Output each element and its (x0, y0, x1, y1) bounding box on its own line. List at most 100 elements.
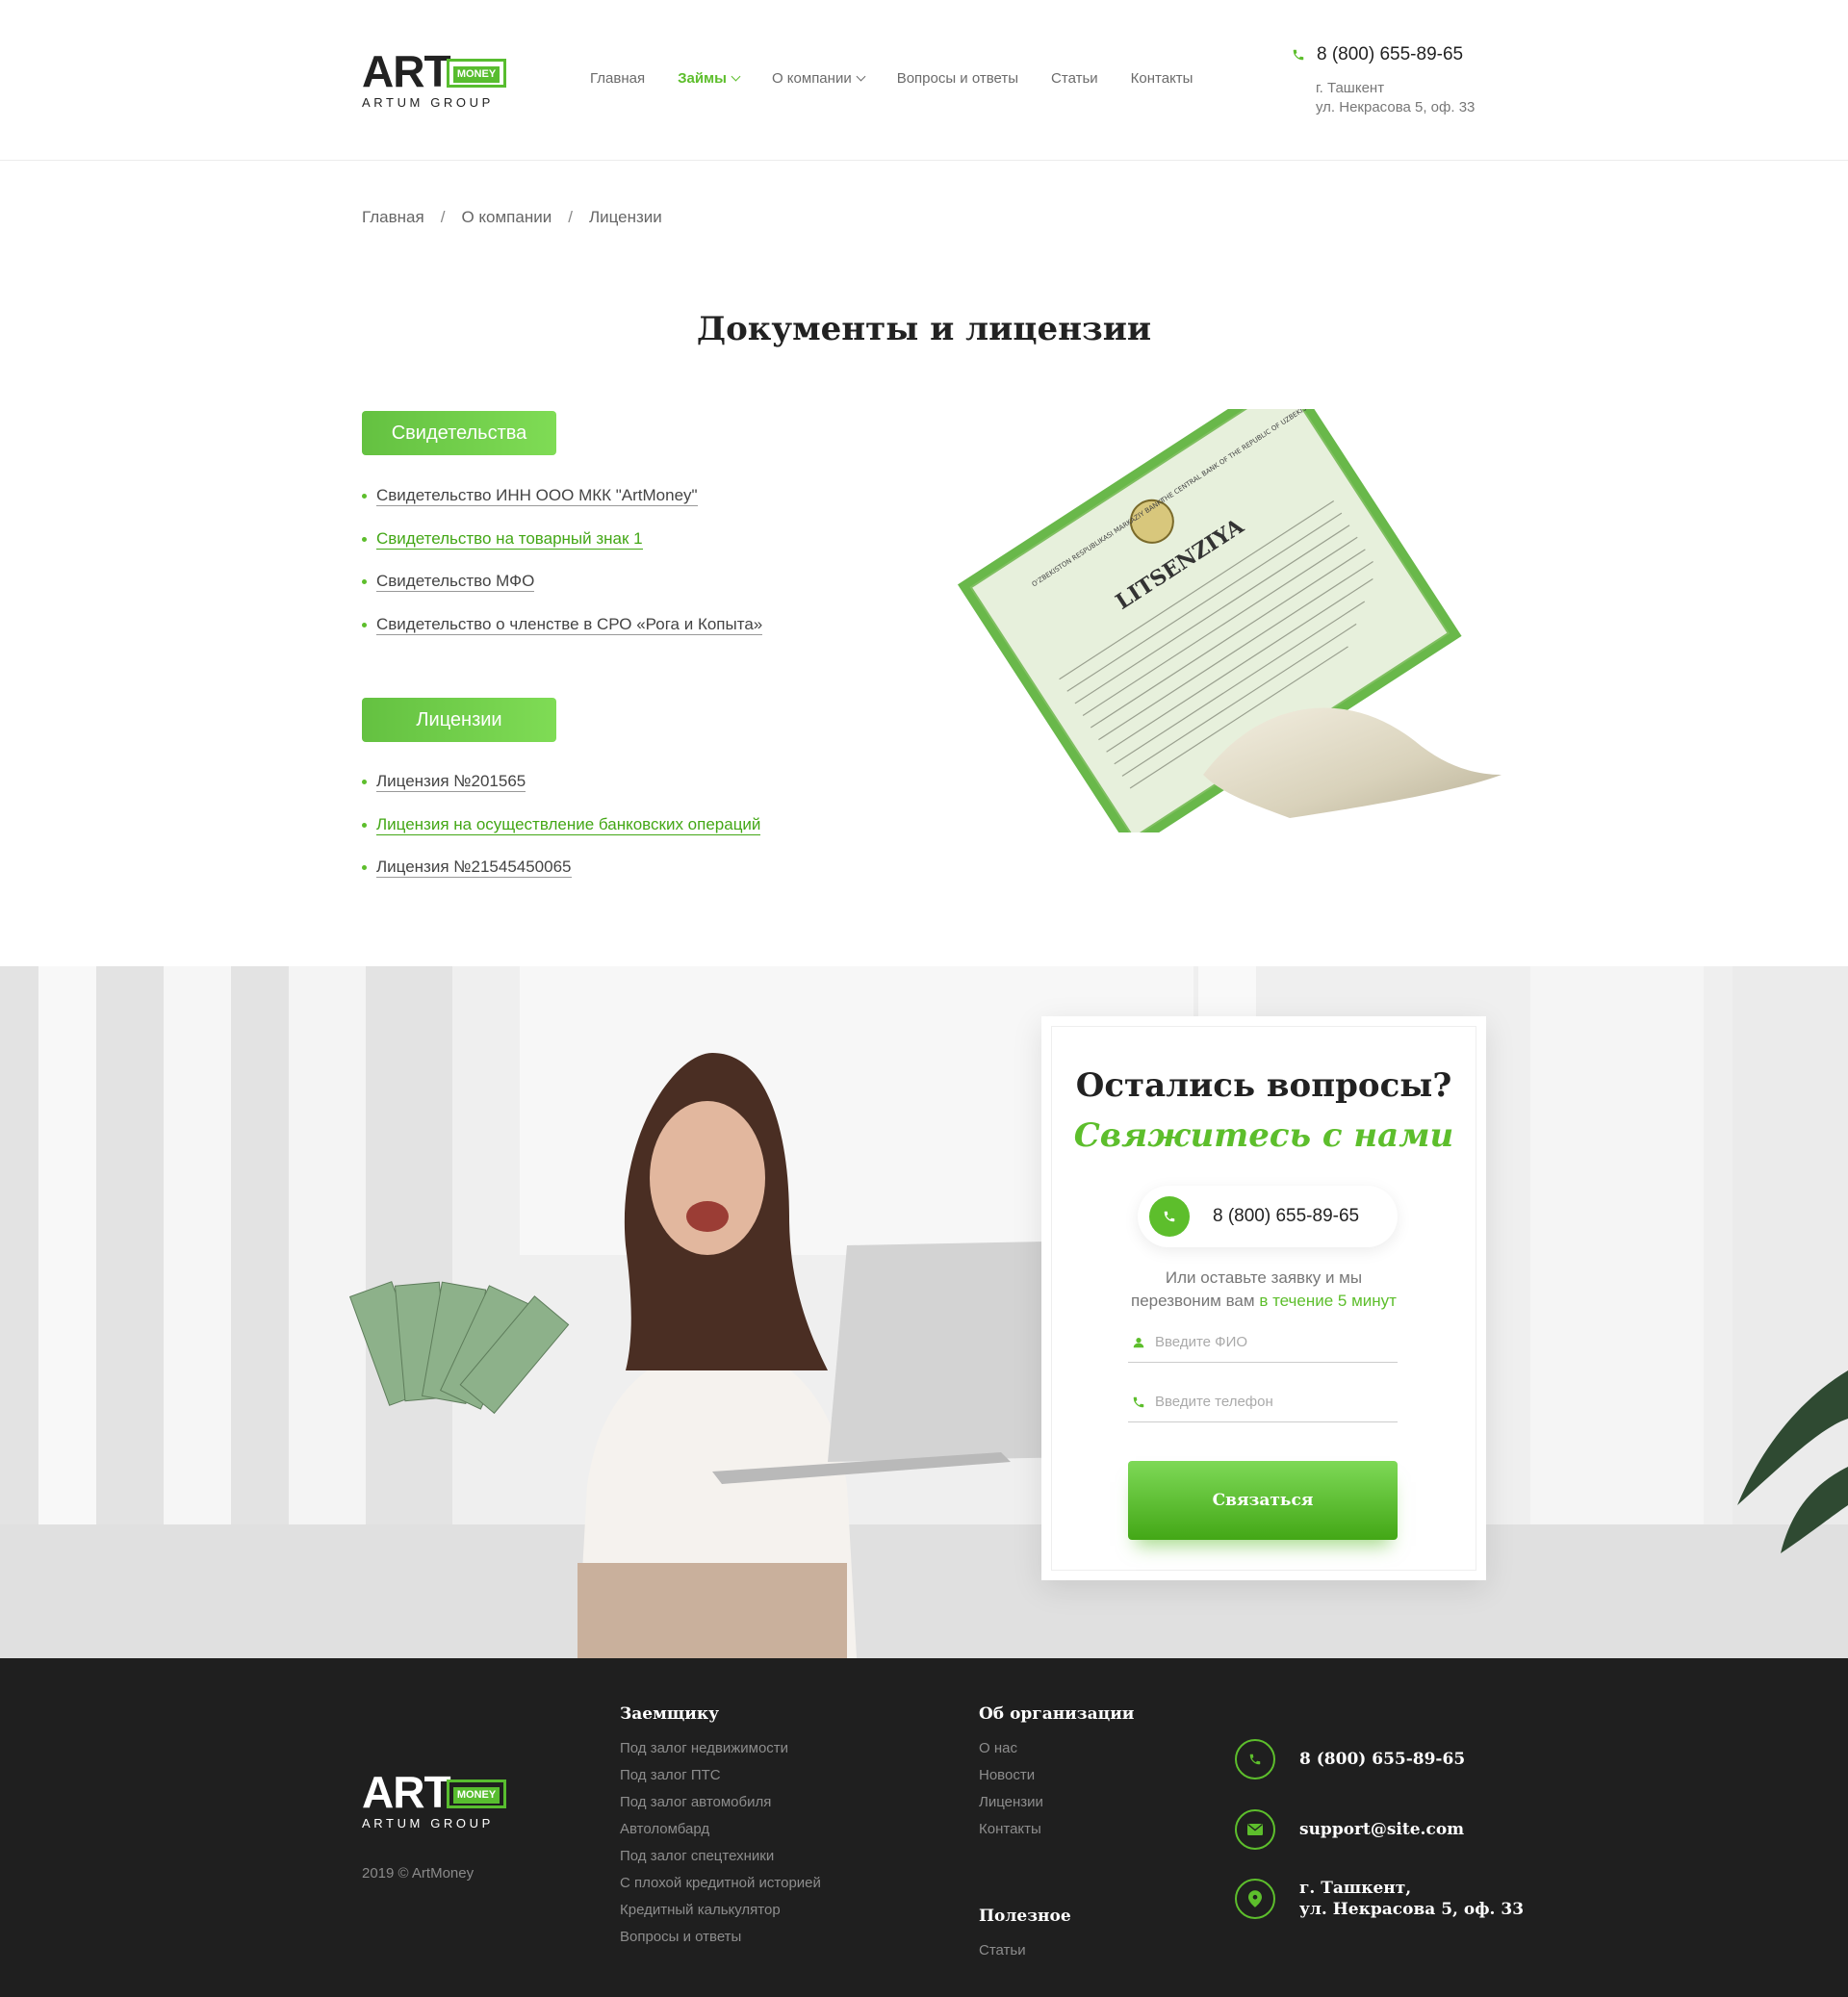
contact-cta: Свяжитесь с нами (1073, 1116, 1454, 1155)
header-city: г. Ташкент (1316, 80, 1385, 96)
footer-link[interactable]: С плохой кредитной историей (620, 1874, 821, 1901)
phone-input[interactable] (1155, 1394, 1386, 1410)
footer-email-address: support@site.com (1299, 1820, 1465, 1839)
nav-item-about[interactable]: О компании (771, 70, 866, 87)
list-item: Свидетельство МФО (362, 569, 762, 612)
nav-item-articles[interactable]: Статьи (1051, 70, 1098, 87)
document-link[interactable]: Свидетельство о членстве в СРО «Рога и К… (376, 614, 763, 635)
footer-email[interactable]: support@site.com (1235, 1809, 1464, 1850)
nav-label: Статьи (1051, 70, 1098, 87)
footer-column-title: Полезное (979, 1907, 1071, 1926)
certificates-list: Свидетельство ИНН ООО МКК "ArtMoney" Сви… (362, 483, 763, 654)
copyright: 2019 © ArtMoney (362, 1865, 475, 1882)
mail-icon (1235, 1809, 1275, 1850)
document-link[interactable]: Лицензия на осуществление банковских опе… (376, 814, 761, 835)
nav-label: Займы (678, 70, 727, 87)
phone-icon (1133, 1396, 1144, 1407)
footer-link[interactable]: Лицензии (979, 1793, 1134, 1820)
licenses-list: Лицензия №201565 Лицензия на осуществлен… (362, 769, 761, 898)
footer-logo[interactable]: ART MONEY ARTUM GROUP (362, 1770, 508, 1831)
footer-column-title: Заемщику (620, 1704, 720, 1724)
footer-link[interactable]: Новости (979, 1766, 1134, 1793)
licenses-heading: Лицензии (362, 698, 556, 742)
breadcrumb-home[interactable]: Главная (362, 208, 424, 227)
logo-subtitle: ARTUM GROUP (362, 95, 494, 110)
site-footer: ART MONEY ARTUM GROUP 2019 © ArtMoney За… (0, 1658, 1848, 1997)
list-item: Лицензия на осуществление банковских опе… (362, 812, 761, 856)
site-header: ART MONEY ARTUM GROUP Главная Займы О ко… (0, 0, 1848, 161)
footer-address: г. Ташкент, ул. Некрасова 5, оф. 33 (1235, 1878, 1524, 1920)
header-phone[interactable]: 8 (800) 655-89-65 (1292, 44, 1463, 65)
footer-address-city: г. Ташкент, (1299, 1879, 1412, 1898)
list-item: Лицензия №201565 (362, 769, 760, 812)
document-link[interactable]: Свидетельство на товарный знак 1 (376, 528, 643, 550)
header-address: г. Ташкент ул. Некрасова 5, оф. 33 (1316, 79, 1475, 117)
document-link[interactable]: Лицензия №21545450065 (376, 858, 572, 878)
footer-column-organization: Об организации О нас Новости Лицензии Ко… (979, 1704, 1134, 1847)
footer-link[interactable]: Под залог недвижимости (620, 1739, 821, 1766)
callback-hint-line: Или оставьте заявку и мы (1165, 1268, 1363, 1287)
footer-column-useful: Полезное Статьи (979, 1907, 1071, 1968)
logo[interactable]: ART MONEY ARTUM GROUP (362, 49, 508, 111)
phone-icon (1293, 49, 1304, 61)
phone-icon (1149, 1196, 1190, 1237)
chevron-down-icon (731, 71, 741, 82)
contact-question: Остались вопросы? (1075, 1066, 1452, 1105)
header-street: ул. Некрасова 5, оф. 33 (1316, 99, 1476, 115)
document-link[interactable]: Свидетельство ИНН ООО МКК "ArtMoney" (376, 486, 698, 506)
list-item: Лицензия №21545450065 (362, 855, 760, 898)
breadcrumb-separator: / (440, 208, 446, 226)
footer-link[interactable]: Под залог автомобиля (620, 1793, 821, 1820)
nav-label: Вопросы и ответы (896, 70, 1019, 87)
nav-item-home[interactable]: Главная (590, 70, 645, 87)
contact-card: Остались вопросы? Свяжитесь с нами 8 (80… (1041, 1016, 1486, 1580)
logo-wordmark: ART (362, 1767, 451, 1817)
office-background-photo (0, 966, 1848, 1658)
list-item: Свидетельство ИНН ООО МКК "ArtMoney" (362, 483, 762, 526)
document-link[interactable]: Лицензия №201565 (376, 772, 526, 792)
logo-badge-text: MONEY (453, 1787, 500, 1804)
nav-item-loans[interactable]: Займы (678, 70, 741, 87)
main-nav: Главная Займы О компании Вопросы и ответ… (590, 70, 1225, 87)
footer-link[interactable]: Автоломбард (620, 1820, 821, 1847)
footer-link[interactable]: Под залог ПТС (620, 1766, 821, 1793)
footer-link[interactable]: Вопросы и ответы (620, 1928, 821, 1955)
chevron-down-icon (856, 71, 866, 82)
footer-phone-number: 8 (800) 655-89-65 (1299, 1750, 1466, 1769)
footer-link[interactable]: О нас (979, 1739, 1134, 1766)
submit-button[interactable]: Связаться (1128, 1461, 1398, 1540)
footer-address-street: ул. Некрасова 5, оф. 33 (1299, 1900, 1525, 1919)
breadcrumb-about[interactable]: О компании (461, 208, 552, 227)
nav-item-contacts[interactable]: Контакты (1131, 70, 1194, 87)
name-input[interactable] (1155, 1334, 1386, 1350)
location-pin-icon (1235, 1879, 1275, 1919)
contact-phone-number: 8 (800) 655-89-65 (1213, 1206, 1360, 1226)
footer-column-title: Об организации (979, 1704, 1135, 1724)
list-item: Свидетельство на товарный знак 1 (362, 526, 762, 570)
contact-section: Остались вопросы? Свяжитесь с нами 8 (80… (0, 966, 1848, 1658)
footer-link[interactable]: Под залог спецтехники (620, 1847, 821, 1874)
name-field (1128, 1322, 1398, 1363)
footer-link[interactable]: Контакты (979, 1820, 1134, 1847)
certificates-heading: Свидетельства (362, 411, 556, 455)
footer-link[interactable]: Статьи (979, 1941, 1071, 1968)
callback-hint-line: перезвоним вам в течение 5 минут (1041, 1290, 1486, 1313)
license-certificate-image: LITSENZIYA O'ZBEKISTON RESPUBLIKASI MARK… (886, 370, 1502, 852)
logo-subtitle: ARTUM GROUP (362, 1816, 494, 1831)
header-phone-number: 8 (800) 655-89-65 (1317, 44, 1464, 64)
nav-label: О компании (771, 70, 852, 87)
footer-phone[interactable]: 8 (800) 655-89-65 (1235, 1739, 1465, 1779)
document-link[interactable]: Свидетельство МФО (376, 572, 535, 592)
logo-wordmark: ART (362, 46, 451, 96)
logo-badge: MONEY (447, 1779, 506, 1808)
footer-column-borrower: Заемщику Под залог недвижимости Под зало… (620, 1704, 821, 1955)
breadcrumb-current: Лицензии (588, 208, 662, 226)
footer-link[interactable]: Кредитный калькулятор (620, 1901, 821, 1928)
nav-label: Контакты (1130, 70, 1194, 87)
contact-phone-button[interactable]: 8 (800) 655-89-65 (1138, 1186, 1398, 1247)
nav-item-faq[interactable]: Вопросы и ответы (897, 70, 1018, 87)
callback-hint-text: перезвоним вам (1131, 1292, 1255, 1310)
logo-badge: MONEY (447, 59, 506, 88)
callback-hint: Или оставьте заявку и мы перезвоним вам … (1041, 1267, 1486, 1313)
nav-label: Главная (590, 70, 646, 87)
